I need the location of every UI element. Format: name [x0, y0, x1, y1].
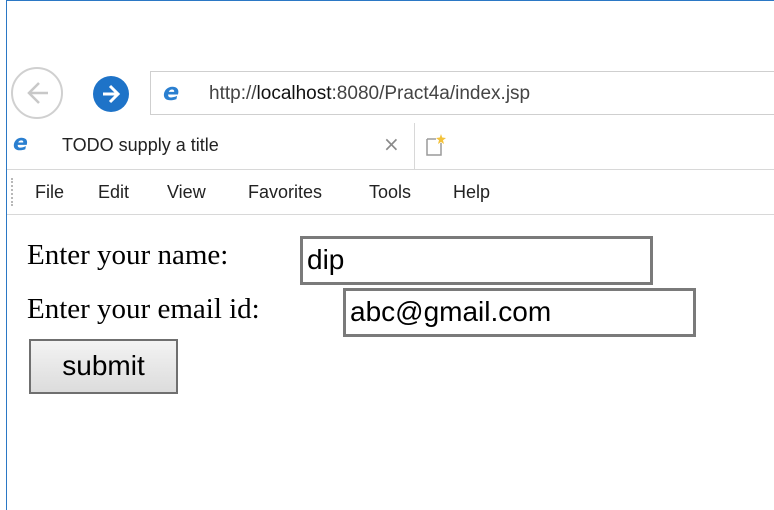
url-host: localhost: [256, 83, 332, 104]
forward-button[interactable]: [93, 76, 129, 112]
menu-grip: [11, 178, 15, 206]
menu-favorites[interactable]: Favorites: [248, 182, 322, 203]
menu-file[interactable]: File: [35, 182, 64, 203]
back-button[interactable]: [11, 67, 63, 119]
menu-bar: File Edit View Favorites Tools Help: [7, 170, 774, 215]
close-tab-icon[interactable]: ×: [383, 132, 400, 156]
email-label: Enter your email id:: [27, 293, 260, 325]
navigation-bar: e http://localhost:8080/Pract4a/index.js…: [7, 67, 774, 121]
email-input[interactable]: abc@gmail.com: [343, 288, 696, 337]
submit-button[interactable]: submit: [29, 339, 178, 394]
email-input-value: abc@gmail.com: [350, 296, 552, 327]
tab-title: TODO supply a title: [62, 135, 219, 155]
menu-view[interactable]: View: [167, 182, 206, 203]
page-content: Enter your name: dip Enter your email id…: [7, 215, 774, 510]
menu-edit[interactable]: Edit: [98, 182, 129, 203]
url-protocol: http://: [209, 83, 257, 104]
internet-explorer-icon: e: [163, 78, 180, 106]
address-url[interactable]: http://localhost:8080/Pract4a/index.jsp: [209, 83, 530, 105]
tab-active[interactable]: e TODO supply a title ×: [7, 123, 415, 169]
name-label: Enter your name:: [27, 239, 229, 271]
submit-button-label: submit: [62, 350, 145, 381]
menu-tools[interactable]: Tools: [369, 182, 411, 203]
address-bar[interactable]: e http://localhost:8080/Pract4a/index.js…: [150, 71, 774, 115]
name-input[interactable]: dip: [300, 236, 653, 285]
name-input-value: dip: [307, 244, 345, 275]
url-path: :8080/Pract4a/index.jsp: [331, 83, 531, 104]
internet-explorer-icon: e: [13, 131, 28, 156]
back-arrow-icon: [27, 82, 48, 104]
browser-window: e http://localhost:8080/Pract4a/index.js…: [6, 0, 774, 510]
new-tab-icon: [426, 134, 446, 156]
new-tab-button[interactable]: [425, 133, 447, 157]
tab-bar: e TODO supply a title ×: [7, 123, 774, 170]
forward-arrow-icon: [103, 84, 121, 104]
menu-help[interactable]: Help: [453, 182, 490, 203]
